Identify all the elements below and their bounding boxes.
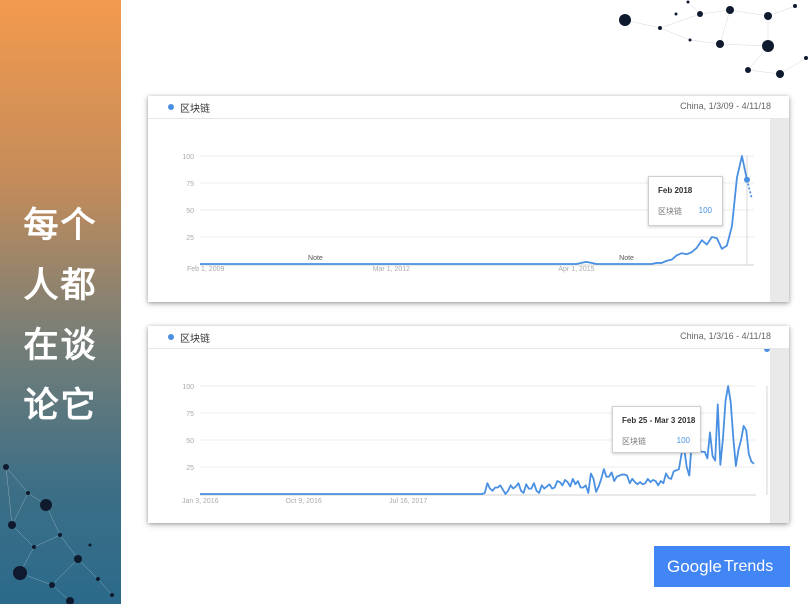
logo-trends-text: Trends bbox=[724, 558, 774, 575]
side-title-line-3: 在谈 bbox=[23, 326, 98, 366]
tooltip-value: 100 bbox=[698, 206, 712, 215]
google-trends-logo: Google Trends bbox=[654, 546, 790, 587]
y-tick-label: 75 bbox=[186, 181, 194, 188]
y-tick-label: 100 bbox=[182, 154, 194, 161]
chart-note: Note bbox=[308, 255, 323, 262]
x-tick-label: Mar 1, 2012 bbox=[373, 266, 410, 273]
legend-dot bbox=[168, 104, 174, 110]
tooltip-term: 区块链 bbox=[658, 207, 682, 216]
x-tick-label: Jan 3, 2016 bbox=[182, 498, 219, 505]
network-decoration-top-right bbox=[619, 0, 808, 78]
y-tick-label: 25 bbox=[186, 465, 194, 472]
highlight-point bbox=[763, 349, 770, 352]
side-title: 每个 人都 在谈 论它 bbox=[0, 196, 121, 436]
tooltip-date: Feb 25 - Mar 3 2018 bbox=[622, 416, 696, 425]
scrollbar[interactable] bbox=[770, 349, 789, 523]
legend-label: 区块链 bbox=[180, 104, 210, 115]
legend-dot bbox=[168, 334, 174, 340]
card-header: 区块链 China, 1/3/09 - 4/11/18 bbox=[148, 96, 789, 119]
y-tick-label: 50 bbox=[186, 208, 194, 215]
side-title-line-2: 人都 bbox=[23, 266, 98, 306]
chart-tooltip: Feb 25 - Mar 3 2018 区块链 100 bbox=[612, 406, 701, 453]
chart-note: Note bbox=[619, 255, 634, 262]
x-tick-label: Feb 1, 2009 bbox=[187, 266, 224, 273]
tooltip-date: Feb 2018 bbox=[658, 186, 693, 195]
x-tick-label: Oct 9, 2016 bbox=[286, 498, 322, 505]
y-tick-label: 25 bbox=[186, 235, 194, 242]
region-date-range: China, 1/3/16 - 4/11/18 bbox=[680, 331, 771, 341]
scrollbar[interactable] bbox=[770, 119, 789, 302]
side-title-line-1: 每个 bbox=[23, 206, 98, 246]
side-title-line-4: 论它 bbox=[23, 386, 98, 426]
logo-google-text: Google bbox=[667, 557, 722, 576]
x-tick-label: Jul 16, 2017 bbox=[389, 498, 427, 505]
x-tick-label: Apr 1, 2015 bbox=[558, 266, 594, 273]
region-date-range: China, 1/3/09 - 4/11/18 bbox=[680, 101, 771, 111]
y-tick-label: 50 bbox=[186, 438, 194, 445]
card-header: 区块链 China, 1/3/16 - 4/11/18 bbox=[148, 326, 789, 349]
network-decoration-bottom-left bbox=[3, 464, 114, 604]
y-tick-label: 100 bbox=[182, 384, 194, 391]
tooltip-term: 区块链 bbox=[622, 437, 646, 446]
tooltip-value: 100 bbox=[676, 436, 690, 445]
trends-card-2016-2018: 区块链 China, 1/3/16 - 4/11/18 25 50 75 100 Jan… bbox=[148, 326, 789, 523]
highlight-point bbox=[743, 176, 750, 183]
side-panel: 每个 人都 在谈 论它 bbox=[0, 0, 121, 604]
trends-card-2009-2018: 区块链 China, 1/3/09 - 4/11/18 25 50 75 100 Feb… bbox=[148, 96, 789, 302]
y-tick-label: 75 bbox=[186, 411, 194, 418]
legend-label: 区块链 bbox=[180, 334, 210, 345]
chart-tooltip: Feb 2018 区块链 100 bbox=[648, 176, 723, 226]
